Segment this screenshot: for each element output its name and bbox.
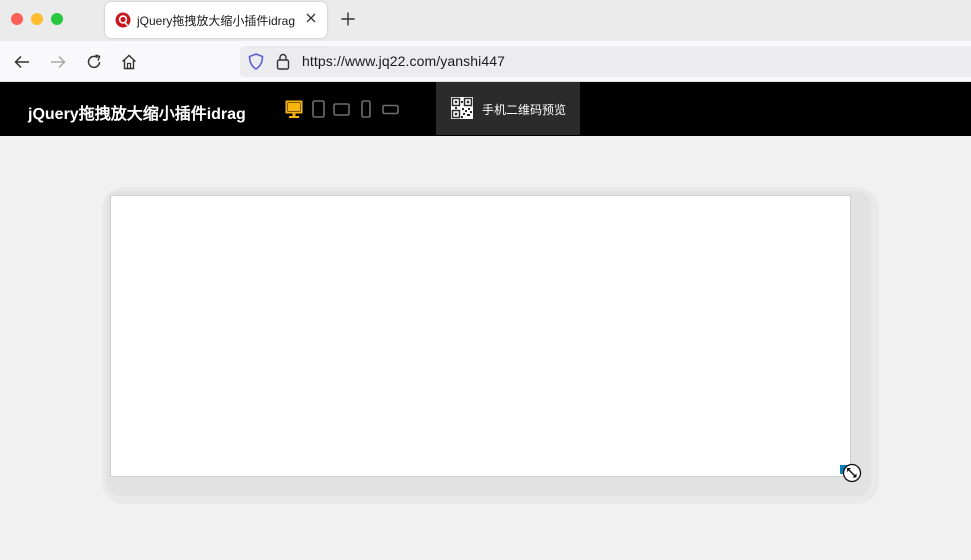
- minimize-window-button[interactable]: [31, 13, 43, 25]
- browser-nav-bar: https://www.jq22.com/yanshi447: [0, 41, 971, 82]
- phone-portrait-view-icon[interactable]: [361, 82, 371, 136]
- maximize-window-button[interactable]: [51, 13, 63, 25]
- back-arrow-icon[interactable]: [13, 53, 31, 71]
- forward-arrow-icon[interactable]: [49, 53, 67, 71]
- browser-tab-bar: jQuery拖拽放大缩小插件idrag: [0, 0, 971, 41]
- resize-handle-icon[interactable]: [840, 463, 864, 485]
- lock-icon[interactable]: [276, 53, 290, 70]
- qr-code-preview-label: 手机二维码预览: [482, 103, 567, 117]
- reload-icon[interactable]: [85, 53, 103, 71]
- tablet-landscape-view-icon[interactable]: [333, 82, 350, 136]
- url-bar[interactable]: https://www.jq22.com/yanshi447: [240, 46, 971, 77]
- page-title: jQuery拖拽放大缩小插件idrag: [28, 106, 246, 123]
- url-text: https://www.jq22.com/yanshi447: [302, 53, 505, 69]
- tablet-portrait-view-icon[interactable]: [312, 82, 325, 136]
- site-favicon-icon: [115, 12, 131, 28]
- demo-header: jQuery拖拽放大缩小插件idrag 手机二维码预览: [0, 82, 971, 136]
- qr-code-preview-button[interactable]: 手机二维码预览: [436, 82, 580, 135]
- phone-landscape-view-icon[interactable]: [382, 82, 399, 136]
- tab-title: jQuery拖拽放大缩小插件idrag: [137, 14, 296, 28]
- close-window-button[interactable]: [11, 13, 23, 25]
- qr-code-icon: [451, 97, 473, 119]
- desktop-view-icon[interactable]: [285, 82, 303, 136]
- new-tab-icon[interactable]: [340, 11, 356, 27]
- home-icon[interactable]: [120, 53, 138, 71]
- tracking-protection-shield-icon[interactable]: [248, 53, 264, 70]
- draggable-resizable-box[interactable]: [110, 195, 851, 477]
- close-tab-icon[interactable]: [303, 10, 319, 26]
- browser-tab[interactable]: jQuery拖拽放大缩小插件idrag: [105, 2, 327, 38]
